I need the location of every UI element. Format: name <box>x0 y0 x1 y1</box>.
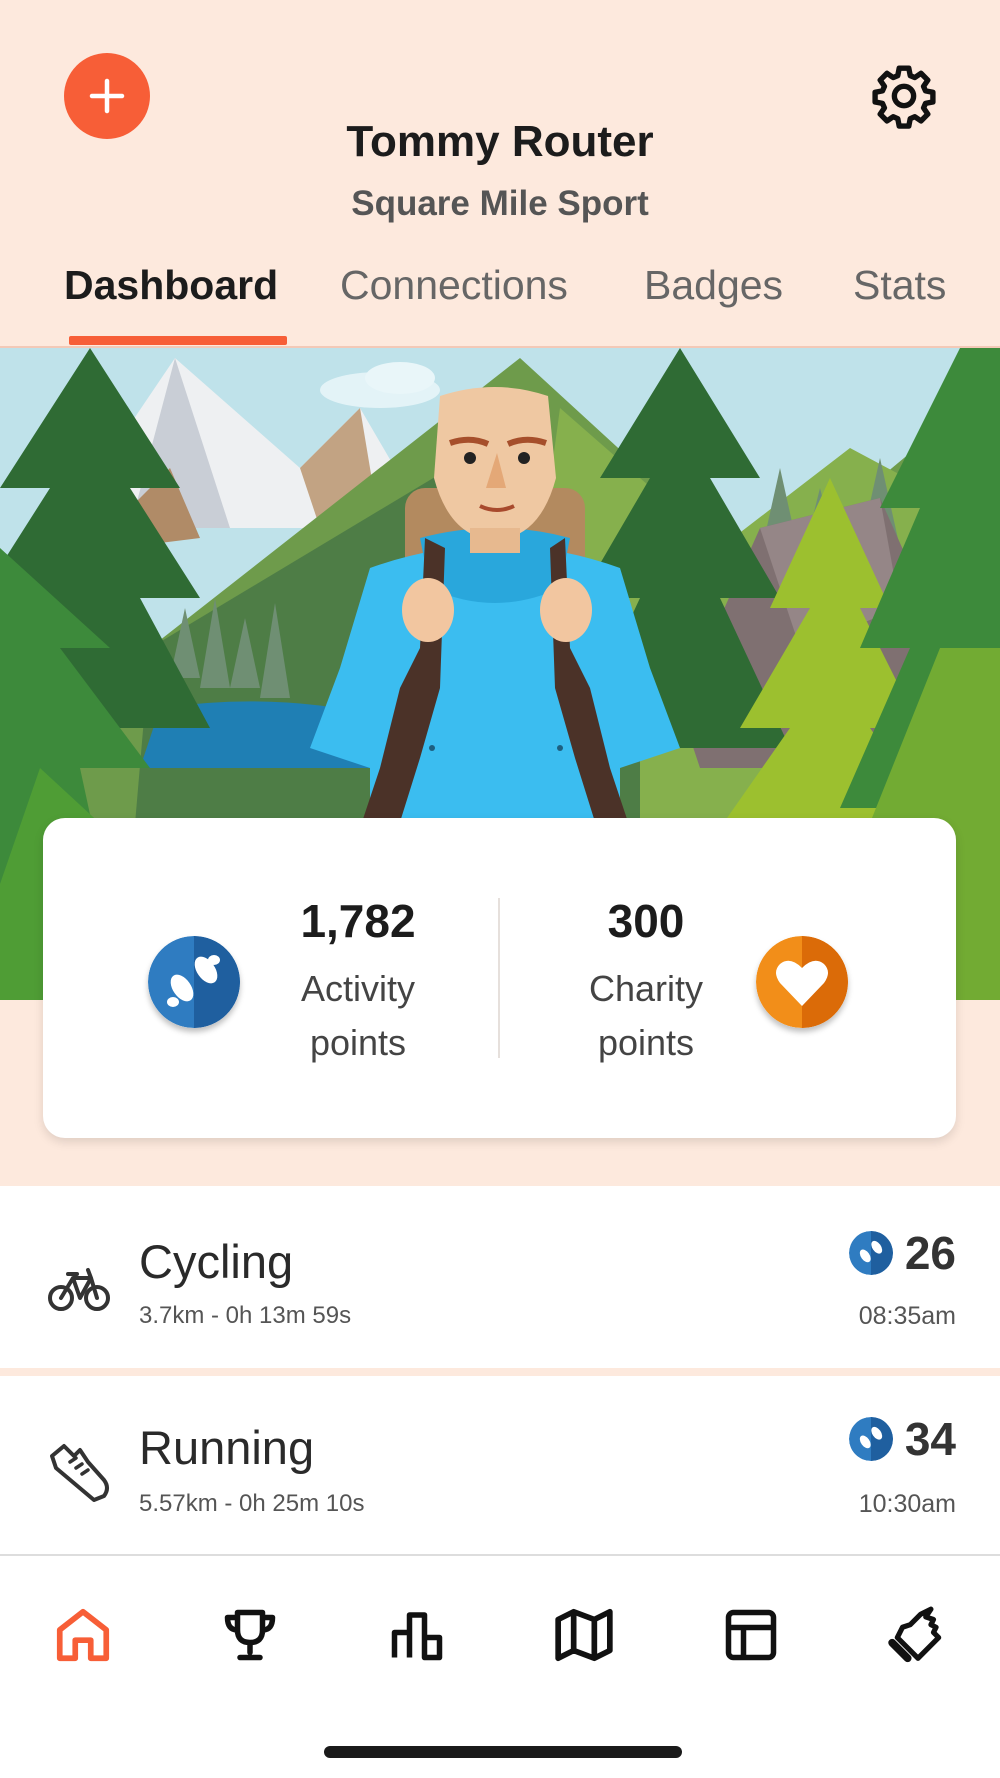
bar-chart-icon <box>391 1612 443 1661</box>
plus-icon <box>89 78 125 114</box>
nav-leaderboard[interactable] <box>382 1600 452 1670</box>
footprints-icon <box>848 1231 893 1275</box>
running-shoe-icon <box>50 1444 109 1502</box>
nav-trophy[interactable] <box>215 1600 285 1670</box>
activity-item-cycling[interactable]: Cycling 3.7km - 0h 13m 59s 26 08:35am <box>0 1186 1000 1368</box>
nav-home[interactable] <box>48 1600 118 1670</box>
home-icon <box>56 1608 110 1662</box>
home-indicator-bar[interactable] <box>324 1746 682 1758</box>
activity-name: Running <box>139 1421 315 1474</box>
map-icon <box>555 1608 613 1662</box>
nav-like[interactable] <box>883 1600 953 1670</box>
activity-points-label-2: points <box>309 1022 407 1063</box>
points-divider <box>498 898 500 1058</box>
activity-points-value: 26 <box>904 1227 956 1279</box>
active-tab-indicator <box>69 336 287 345</box>
layout-icon <box>725 1609 777 1661</box>
footprints-icon <box>848 1417 893 1461</box>
user-name: Tommy Router <box>346 117 654 166</box>
activity-points: 26 <box>848 1226 956 1280</box>
activity-points-label-1: Activity <box>300 968 415 1009</box>
club-name: Square Mile Sport <box>351 184 649 223</box>
trophy-icon <box>224 1609 276 1661</box>
tab-connections[interactable]: Connections <box>340 262 568 309</box>
nav-layout[interactable] <box>716 1600 786 1670</box>
thumbs-up-icon <box>888 1606 942 1663</box>
tab-dashboard[interactable]: Dashboard <box>64 262 278 309</box>
app-header: Tommy Router Square Mile Sport Dashboard… <box>0 0 1000 348</box>
points-summary-card: 1,782 Activity points 300 Charity points <box>43 818 956 1138</box>
charity-points-label-2: points <box>597 1022 695 1063</box>
activity-detail: 3.7km - 0h 13m 59s <box>139 1302 352 1329</box>
activity-points-value: 1,782 <box>300 895 416 947</box>
tab-badges[interactable]: Badges <box>644 262 783 309</box>
charity-points-label-1: Charity <box>588 968 704 1009</box>
activity-item-running[interactable]: Running 5.57km - 0h 25m 10s 34 10:30am <box>0 1376 1000 1558</box>
activity-points: 34 <box>848 1412 956 1466</box>
tab-stats[interactable]: Stats <box>853 262 946 309</box>
activity-separator <box>0 1368 1000 1376</box>
activity-detail: 5.57km - 0h 25m 10s <box>139 1490 365 1517</box>
bicycle-icon <box>48 1268 110 1311</box>
activity-points-value: 34 <box>904 1413 956 1465</box>
heart-icon <box>756 936 848 1028</box>
activity-time: 08:35am <box>858 1302 956 1330</box>
charity-points-value: 300 <box>607 895 685 947</box>
bottom-navigation <box>0 1554 1000 1778</box>
activity-time: 10:30am <box>858 1490 956 1518</box>
activity-name: Cycling <box>139 1235 294 1288</box>
nav-map[interactable] <box>549 1600 619 1670</box>
footprints-icon <box>148 936 240 1028</box>
